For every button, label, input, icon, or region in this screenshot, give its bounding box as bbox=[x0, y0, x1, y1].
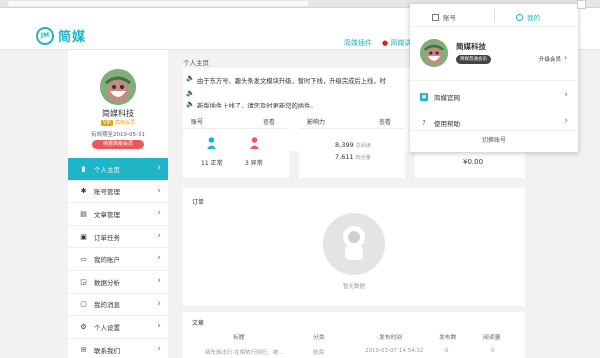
logo-mark-icon: JM bbox=[36, 26, 54, 45]
orders-panel: 订单 暂无数据 bbox=[183, 188, 525, 306]
orders-title: 订单 bbox=[192, 199, 205, 206]
user-dropdown: 账号 我的 简媒科技 简媒普通会员 升级会员 › ▣ 简媒官网 › ? 使用帮助 › 切… bbox=[410, 4, 578, 152]
chevron-right-icon: › bbox=[157, 275, 161, 286]
user-icon bbox=[516, 13, 523, 21]
document-icon: ▤ bbox=[80, 209, 87, 218]
sidebar-item-accounts[interactable]: ✱ 账号管理 › bbox=[68, 181, 168, 204]
view-link[interactable]: 查看 bbox=[263, 117, 275, 126]
articles-title: 文章 bbox=[192, 320, 205, 327]
membership-expiry: 有效期至2019-05-31 bbox=[91, 132, 145, 138]
chevron-right-icon: › bbox=[564, 90, 568, 100]
speaker-icon: 🔈 bbox=[186, 89, 195, 97]
vip-badge: VIP bbox=[101, 120, 113, 126]
username: 简媒科技 bbox=[102, 109, 134, 118]
sidebar-item-messages[interactable]: ▢ 我的消息 › bbox=[68, 294, 168, 317]
article-category-cell: 航海 bbox=[313, 350, 325, 356]
table-row[interactable]: 骑车族出行·在相依行网行、被... 航海 2019-03-07 14:54:32… bbox=[183, 348, 525, 358]
sidebar-item-analytics[interactable]: ◲ 数据分析 › bbox=[68, 271, 168, 294]
sidebar-menu: ▮ 个人主页 › ✱ 账号管理 › ▤ 文章管理 › ▣ 订单任务 › ▭ 我的账户 › ◲ 数据分析… bbox=[68, 158, 168, 358]
article-publish-count-cell: 0 bbox=[445, 348, 449, 354]
fans-count: 7,611 粉丝量 bbox=[335, 153, 371, 161]
column-header: 标题 bbox=[233, 335, 245, 341]
normal-user-icon bbox=[207, 137, 216, 149]
tab-account[interactable]: 账号 bbox=[432, 12, 456, 22]
avatar[interactable] bbox=[100, 69, 136, 105]
official-site-item[interactable]: ▣ 简媒官网 › bbox=[410, 84, 578, 110]
empty-label: 暂无数据 bbox=[342, 284, 365, 290]
user-icon: ▮ bbox=[81, 164, 86, 173]
switch-account-button[interactable]: 切换账号 bbox=[410, 135, 578, 144]
abnormal-count[interactable]: 3 异常 bbox=[245, 158, 263, 167]
wallet-icon: ▭ bbox=[80, 255, 87, 264]
chevron-right-icon: › bbox=[564, 116, 568, 126]
asterisk-icon: ✱ bbox=[80, 187, 87, 196]
speaker-icon: 🔈 bbox=[186, 100, 195, 108]
article-title-cell[interactable]: 骑车族出行·在相依行网行、被... bbox=[205, 348, 303, 356]
chevron-right-icon: › bbox=[564, 53, 568, 62]
abnormal-user-icon bbox=[250, 137, 259, 149]
message-icon: ▢ bbox=[80, 300, 87, 309]
task-icon: ▣ bbox=[80, 232, 87, 241]
sidebar: 简媒科技 VIP 高级会员 有效期至2019-05-31 续费高级会员 ▮ 个人主页… bbox=[68, 50, 168, 358]
upgrade-link[interactable]: 升级会员 bbox=[539, 55, 561, 63]
article-date-cell: 2019-03-07 14:54:32 bbox=[365, 348, 424, 354]
help-icon: ? bbox=[422, 119, 426, 127]
help-item[interactable]: ? 使用帮助 › bbox=[410, 110, 578, 136]
sidebar-item-wallet[interactable]: ▭ 我的账户 › bbox=[68, 248, 168, 271]
chevron-right-icon: › bbox=[157, 185, 161, 196]
plugin-link[interactable]: 简媒插件 bbox=[344, 38, 372, 48]
view-link[interactable]: 查看 bbox=[379, 117, 391, 126]
empty-state-icon: 暂无数据 bbox=[323, 213, 385, 290]
sidebar-item-articles[interactable]: ▤ 文章管理 › bbox=[68, 203, 168, 226]
speaker-icon: 🔈 bbox=[186, 74, 195, 82]
chevron-right-icon: › bbox=[157, 230, 161, 241]
sidebar-item-contact[interactable]: ✉ 联系我们 › bbox=[68, 339, 168, 358]
window-control[interactable] bbox=[577, 0, 586, 9]
table-icon bbox=[432, 13, 439, 21]
card-title: 账号 bbox=[191, 119, 204, 126]
normal-count[interactable]: 11 正常 bbox=[201, 158, 223, 167]
sidebar-item-settings[interactable]: ⚙ 个人设置 › bbox=[68, 316, 168, 339]
column-header: 阅读量 bbox=[483, 335, 501, 341]
vip-line: VIP 高级会员 bbox=[68, 119, 168, 126]
dropdown-username: 简媒科技 bbox=[456, 42, 486, 51]
member-badge: 简媒普通会员 bbox=[456, 55, 491, 64]
chevron-right-icon: › bbox=[157, 163, 161, 173]
chevron-right-icon: › bbox=[157, 208, 161, 219]
account-card: 账号 查看 11 正常 3 异常 bbox=[183, 108, 289, 178]
column-header: 分类 bbox=[313, 335, 325, 341]
card-title: 影响力 bbox=[307, 119, 326, 126]
browser-icon: ▣ bbox=[420, 93, 428, 101]
brand-logo[interactable]: JM 简媒 bbox=[36, 26, 86, 45]
tab-mine[interactable]: 我的 bbox=[516, 12, 540, 22]
column-header: 发布时间 bbox=[379, 335, 403, 341]
brand-name: 简媒 bbox=[58, 30, 87, 45]
chart-icon: ◲ bbox=[80, 277, 87, 286]
table-header: 标题 分类 发布时间 发布数 阅读量 bbox=[183, 332, 525, 343]
sidebar-item-home[interactable]: ▮ 个人主页 › bbox=[68, 158, 168, 181]
renew-button[interactable]: 续费高级会员 bbox=[92, 140, 144, 149]
column-header: 发布数 bbox=[439, 335, 457, 341]
total-reads: 8,399 总阅读 bbox=[335, 141, 371, 149]
chevron-right-icon: › bbox=[157, 253, 161, 264]
address-bar[interactable] bbox=[8, 1, 308, 6]
contact-icon: ✉ bbox=[80, 345, 87, 354]
chevron-right-icon: › bbox=[157, 343, 161, 354]
article-read-count-cell: 0 bbox=[491, 348, 495, 354]
influence-card: 影响力 查看 8,399 总阅读 7,611 粉丝量 bbox=[299, 108, 405, 178]
chevron-right-icon: › bbox=[157, 321, 161, 332]
breadcrumb: 个人主页 bbox=[183, 59, 209, 67]
balance-amount: ¥0.00 bbox=[463, 158, 484, 166]
avatar[interactable] bbox=[420, 39, 448, 67]
chevron-right-icon: › bbox=[157, 298, 161, 309]
articles-panel: 文章 标题 分类 发布时间 发布数 阅读量 骑车族出行·在相依行网行、被... … bbox=[183, 312, 525, 358]
dropdown-tabs: 账号 我的 bbox=[410, 4, 578, 27]
sidebar-item-orders[interactable]: ▣ 订单任务 › bbox=[68, 226, 168, 249]
gear-icon: ⚙ bbox=[80, 322, 87, 331]
vip-text: 高级会员 bbox=[114, 120, 135, 126]
extra-link[interactable]: ● 简媒讲 bbox=[382, 38, 411, 48]
